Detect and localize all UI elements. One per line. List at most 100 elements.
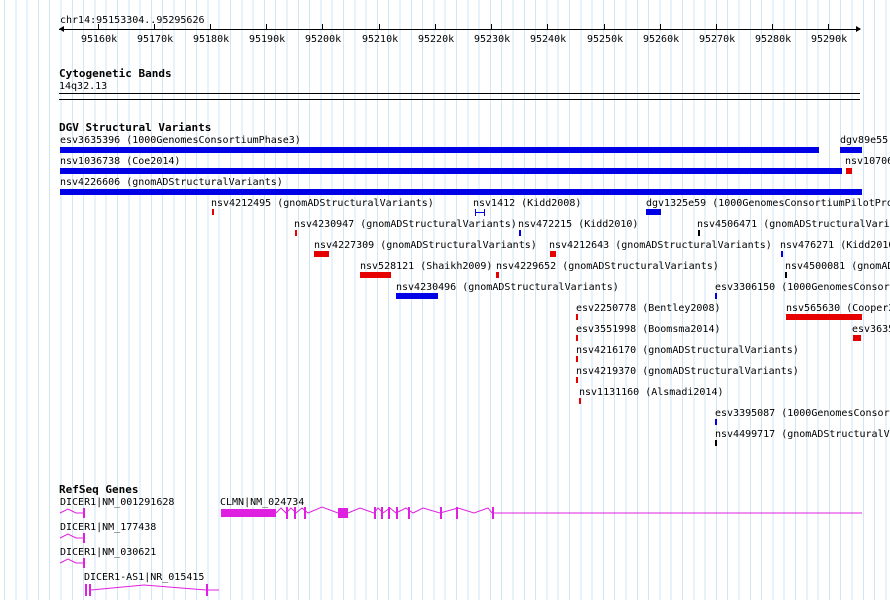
ruler-tick-label: 95260k [643,34,680,45]
variant-label[interactable]: nsv4500081 (gnomAD [785,261,890,272]
variant-bar[interactable] [576,377,578,383]
ruler-tick-label: 95170k [137,34,174,45]
variant-label[interactable]: nsv4212643 (gnomADStructuralVariants) [549,240,772,251]
ruler-tick [716,24,717,29]
variant-label[interactable]: nsv472215 (Kidd2010) [518,219,638,230]
ruler-tick [828,24,829,29]
ruler-line [59,29,860,30]
variant-bar[interactable] [550,251,556,257]
ruler-tick [547,24,548,29]
ruler-tick-label: 95180k [193,34,230,45]
variant-label[interactable]: nsv1131160 (Alsmadi2014) [579,387,724,398]
variant-bar[interactable] [715,419,717,425]
variant-label[interactable]: esv2250778 (Bentley2008) [576,303,721,314]
cytoband-line-bottom [59,99,860,100]
ruler-tick-label: 95220k [418,34,455,45]
variant-bar[interactable] [212,209,214,215]
variant-bar[interactable] [576,356,578,362]
ruler-tick [772,24,773,29]
variant-label[interactable]: esv3551998 (Boomsma2014) [576,324,721,335]
ruler-tick-label: 95210k [362,34,399,45]
gene-model[interactable] [58,556,90,570]
ruler-tick-label: 95190k [249,34,286,45]
ruler-tick [266,24,267,29]
ruler-tick-label: 95290k [811,34,848,45]
ruler-tick [435,24,436,29]
ruler-tick [322,24,323,29]
variant-bar[interactable] [519,230,521,236]
ruler-tick [604,24,605,29]
variant-bar[interactable] [840,147,862,153]
gene-model[interactable] [82,582,222,598]
ruler-tick [210,24,211,29]
variant-label[interactable]: nsv4227309 (gnomADStructuralVariants) [314,240,537,251]
variant-label[interactable]: nsv4219370 (gnomADStructuralVariants) [576,366,799,377]
gene-model[interactable] [218,505,863,521]
variant-label[interactable]: nsv4216170 (gnomADStructuralVariants) [576,345,799,356]
variant-label[interactable]: esv3395087 (1000GenomesConsortiu [715,408,890,419]
variant-bar-end [475,209,476,216]
variant-label[interactable]: nsv4499717 (gnomADStructuralV [715,429,890,440]
variant-label[interactable]: nsv565630 (Cooper2 [786,303,890,314]
cytoband-line-top [59,93,860,94]
variant-bar-end [484,209,485,216]
ruler-right-arrow [856,26,861,32]
variant-label[interactable]: nsv4226606 (gnomADStructuralVariants) [60,177,283,188]
ruler-tick-label: 95250k [587,34,624,45]
gene-model[interactable] [58,531,90,545]
ruler-tick-label: 95230k [474,34,511,45]
variant-bar[interactable] [846,168,852,174]
variant-label[interactable]: esv3635396 (1000GenomesConsortiumPhase3) [60,135,301,146]
refseq-title: RefSeq Genes [59,483,139,496]
variant-label[interactable]: nsv1036738 (Coe2014) [60,156,180,167]
variant-bar[interactable] [360,272,391,278]
ruler-tick [379,24,380,29]
variant-label[interactable]: nsv4506471 (gnomADStructuralVari [697,219,890,230]
ruler-tick [491,24,492,29]
variant-label[interactable]: nsv4212495 (gnomADStructuralVariants) [211,198,434,209]
variant-bar[interactable] [60,147,819,153]
variant-label[interactable]: nsv4230496 (gnomADStructuralVariants) [396,282,619,293]
variant-bar[interactable] [853,335,861,341]
variant-bar[interactable] [715,440,717,446]
variant-label[interactable]: esv3306150 (1000GenomesConsortium [715,282,890,293]
ruler-tick-label: 95200k [305,34,342,45]
variant-label[interactable]: nsv4230947 (gnomADStructuralVariants) [294,219,517,230]
variant-bar[interactable] [295,230,297,236]
variant-bar[interactable] [396,293,438,299]
variant-label[interactable]: nsv476271 (Kidd2010 [780,240,890,251]
variant-bar[interactable] [785,272,787,278]
variant-bar[interactable] [781,251,783,257]
ruler-tick [154,24,155,29]
variant-bar[interactable] [698,230,700,236]
variant-bar[interactable] [786,314,862,320]
variant-label[interactable]: nsv4229652 (gnomADStructuralVariants) [496,261,719,272]
dgv-title: DGV Structural Variants [59,121,212,134]
cytoband-title: Cytogenetic Bands [59,67,172,80]
variant-bar[interactable] [314,251,329,257]
cytoband-label: 14q32.13 [59,81,108,92]
variant-bar[interactable] [576,335,578,341]
variant-label[interactable]: nsv528121 (Shaikh2009) [360,261,492,272]
variant-label[interactable]: nsv10706 [845,156,890,167]
variant-bar[interactable] [646,209,661,215]
ruler-left-arrow [59,26,64,32]
variant-label[interactable]: dgv1325e59 (1000GenomesConsortiumPilotPr… [646,198,890,209]
gene-model[interactable] [58,506,90,520]
variant-bar[interactable] [576,314,578,320]
ruler-tick-label: 95240k [530,34,567,45]
variant-bar[interactable] [60,189,862,195]
ruler-tick-label: 95280k [755,34,792,45]
variant-label[interactable]: dgv89e55 [840,135,888,146]
ruler-tick [98,24,99,29]
ruler-tick [660,24,661,29]
variant-label[interactable]: nsv1412 (Kidd2008) [473,198,581,209]
ruler-position: chr14:95153304..95295626 [60,15,205,26]
ruler-tick-label: 95270k [699,34,736,45]
variant-bar[interactable] [715,293,717,299]
variant-bar[interactable] [496,272,499,278]
variant-bar[interactable] [579,398,581,404]
ruler-tick-label: 95160k [81,34,118,45]
variant-bar[interactable] [60,168,842,174]
variant-label[interactable]: esv3635 [852,324,890,335]
